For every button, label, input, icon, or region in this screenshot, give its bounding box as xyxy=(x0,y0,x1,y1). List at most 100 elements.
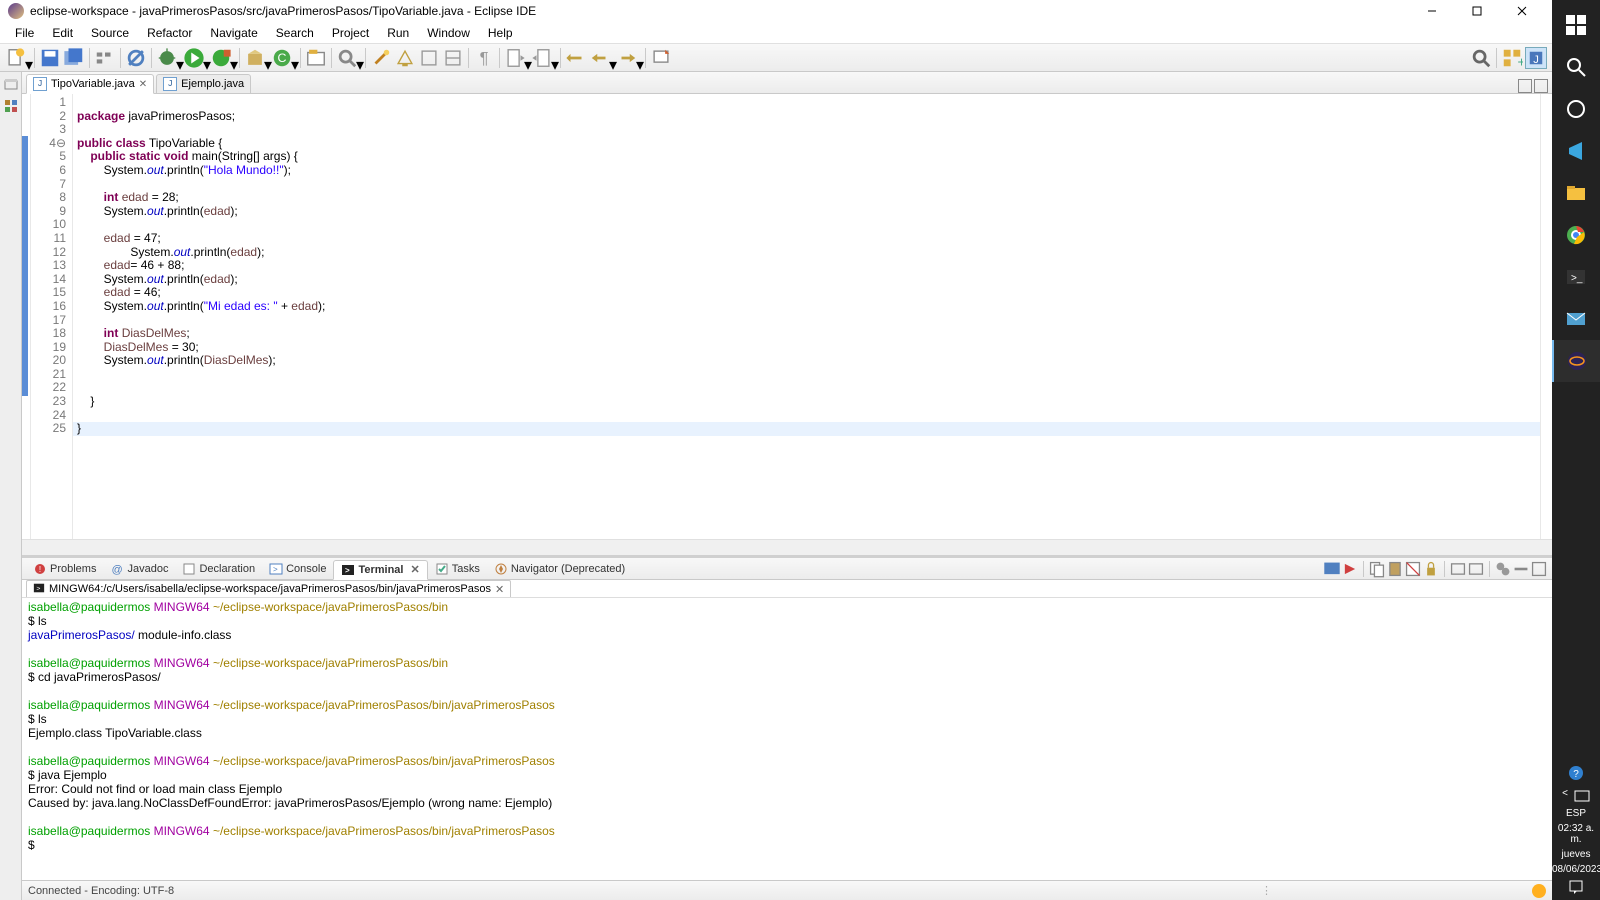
code-content[interactable]: package javaPrimerosPasos; public class … xyxy=(73,94,1540,539)
notifications-button[interactable] xyxy=(1552,877,1600,900)
vscode-button[interactable] xyxy=(1552,130,1600,172)
mail-button[interactable] xyxy=(1552,298,1600,340)
scroll-lock-icon[interactable] xyxy=(1422,560,1440,578)
pin-icon[interactable] xyxy=(1467,560,1485,578)
menu-help[interactable]: Help xyxy=(479,24,522,42)
svg-text:?: ? xyxy=(1573,769,1579,780)
terminal-app-button[interactable]: >_ xyxy=(1552,256,1600,298)
tab-ejemplo[interactable]: J Ejemplo.java xyxy=(156,74,251,94)
annotation-icon[interactable] xyxy=(504,47,526,69)
chevron-down-icon[interactable]: ▾ xyxy=(25,55,31,61)
task-view-button[interactable] xyxy=(1552,88,1600,130)
tab-console[interactable]: >Console xyxy=(262,560,333,578)
eclipse-button[interactable] xyxy=(1552,340,1600,382)
chevron-down-icon[interactable]: ▾ xyxy=(551,55,557,61)
chevron-down-icon[interactable]: ▾ xyxy=(524,55,530,61)
chevron-down-icon[interactable]: ▾ xyxy=(609,55,615,61)
search-icon[interactable] xyxy=(336,47,358,69)
coverage-icon[interactable] xyxy=(210,47,232,69)
toggle-block-icon[interactable] xyxy=(418,47,440,69)
terminal-session-tab[interactable]: > MINGW64:/c/Users/isabella/eclipse-work… xyxy=(26,580,511,597)
clock-time[interactable]: 02:32 a. m. xyxy=(1552,821,1600,847)
wrap-icon[interactable] xyxy=(1449,560,1467,578)
tab-problems[interactable]: !Problems xyxy=(26,560,103,578)
menu-file[interactable]: File xyxy=(6,24,43,42)
menu-search[interactable]: Search xyxy=(267,24,323,42)
horizontal-scrollbar[interactable] xyxy=(22,539,1552,555)
forward-icon[interactable] xyxy=(616,47,638,69)
help-tray-icon[interactable]: ? xyxy=(1552,763,1600,786)
chevron-down-icon[interactable]: ▾ xyxy=(203,55,209,61)
minimize-view-icon[interactable] xyxy=(1512,560,1530,578)
quick-access-icon[interactable] xyxy=(1470,47,1492,69)
start-button[interactable] xyxy=(1552,4,1600,46)
chevron-down-icon[interactable]: ▾ xyxy=(176,55,182,61)
terminal-new-icon[interactable] xyxy=(1323,560,1341,578)
show-whitespace-icon[interactable]: ¶ xyxy=(473,47,495,69)
maximize-button[interactable] xyxy=(1454,0,1499,22)
open-perspective-icon[interactable]: + xyxy=(1501,47,1523,69)
terminal-toggle-icon[interactable] xyxy=(1341,560,1359,578)
menu-source[interactable]: Source xyxy=(82,24,138,42)
menu-run[interactable]: Run xyxy=(378,24,418,42)
search-button[interactable] xyxy=(1552,46,1600,88)
disconnect-icon[interactable] xyxy=(1494,560,1512,578)
tab-navigator[interactable]: Navigator (Deprecated) xyxy=(487,560,632,578)
menu-navigate[interactable]: Navigate xyxy=(201,24,266,42)
menu-project[interactable]: Project xyxy=(323,24,378,42)
close-button[interactable] xyxy=(1499,0,1544,22)
left-trim xyxy=(0,72,22,900)
debug-icon[interactable] xyxy=(156,47,178,69)
new-java-class-icon[interactable]: C xyxy=(271,47,293,69)
annotation-prev-icon[interactable] xyxy=(531,47,553,69)
menu-refactor[interactable]: Refactor xyxy=(138,24,201,42)
run-icon[interactable] xyxy=(183,47,205,69)
minimize-view-icon[interactable] xyxy=(1518,79,1532,93)
maximize-view-icon[interactable] xyxy=(1534,79,1548,93)
toggle-breadcrumb-icon[interactable] xyxy=(94,47,116,69)
maximize-view-icon[interactable] xyxy=(1530,560,1548,578)
toggle-highlight-icon[interactable] xyxy=(394,47,416,69)
menu-edit[interactable]: Edit xyxy=(43,24,82,42)
tab-declaration[interactable]: Declaration xyxy=(175,560,262,578)
chevron-down-icon[interactable]: ▾ xyxy=(264,55,270,61)
wand-icon[interactable] xyxy=(370,47,392,69)
back-icon[interactable] xyxy=(589,47,611,69)
minimize-button[interactable] xyxy=(1409,0,1454,22)
overview-ruler[interactable] xyxy=(1540,94,1552,539)
close-icon[interactable]: ✕ xyxy=(139,79,147,90)
chevron-down-icon[interactable]: ▾ xyxy=(356,55,362,61)
file-explorer-button[interactable] xyxy=(1552,172,1600,214)
paste-icon[interactable] xyxy=(1386,560,1404,578)
package-explorer-icon[interactable] xyxy=(3,98,19,114)
pin-editor-icon[interactable] xyxy=(650,47,672,69)
new-icon[interactable] xyxy=(5,47,27,69)
close-icon[interactable]: ✕ xyxy=(495,583,504,596)
java-perspective-icon[interactable]: J xyxy=(1525,47,1547,69)
menu-window[interactable]: Window xyxy=(418,24,479,42)
terminal-body[interactable]: isabella@paquidermos MINGW64 ~/eclipse-w… xyxy=(22,598,1552,880)
chevron-down-icon[interactable]: ▾ xyxy=(636,55,642,61)
copy-icon[interactable] xyxy=(1368,560,1386,578)
tab-javadoc[interactable]: @Javadoc xyxy=(103,560,175,578)
save-all-icon[interactable] xyxy=(63,47,85,69)
code-editor[interactable]: 1 2 3 4⊖ 5 6 7 8 9 10 11 12 13 14 15 16 … xyxy=(22,94,1552,539)
clear-icon[interactable] xyxy=(1404,560,1422,578)
language-indicator[interactable]: ESP xyxy=(1552,806,1600,821)
chevron-down-icon[interactable]: ▾ xyxy=(291,55,297,61)
close-icon[interactable]: ✕ xyxy=(410,563,419,576)
skip-breakpoints-icon[interactable] xyxy=(125,47,147,69)
tab-tipovariable[interactable]: J TipoVariable.java ✕ xyxy=(26,74,154,94)
new-java-package-icon[interactable] xyxy=(244,47,266,69)
restore-icon[interactable] xyxy=(3,76,19,92)
toggle-mark-icon[interactable] xyxy=(442,47,464,69)
chevron-down-icon[interactable]: ▾ xyxy=(230,55,236,61)
tray-expand[interactable]: < xyxy=(1552,786,1600,806)
tip-icon[interactable] xyxy=(1532,884,1546,898)
tab-terminal[interactable]: >Terminal ✕ xyxy=(333,560,427,580)
last-edit-icon[interactable] xyxy=(565,47,587,69)
tab-tasks[interactable]: Tasks xyxy=(428,560,487,578)
chrome-button[interactable] xyxy=(1552,214,1600,256)
open-type-icon[interactable] xyxy=(305,47,327,69)
save-icon[interactable] xyxy=(39,47,61,69)
